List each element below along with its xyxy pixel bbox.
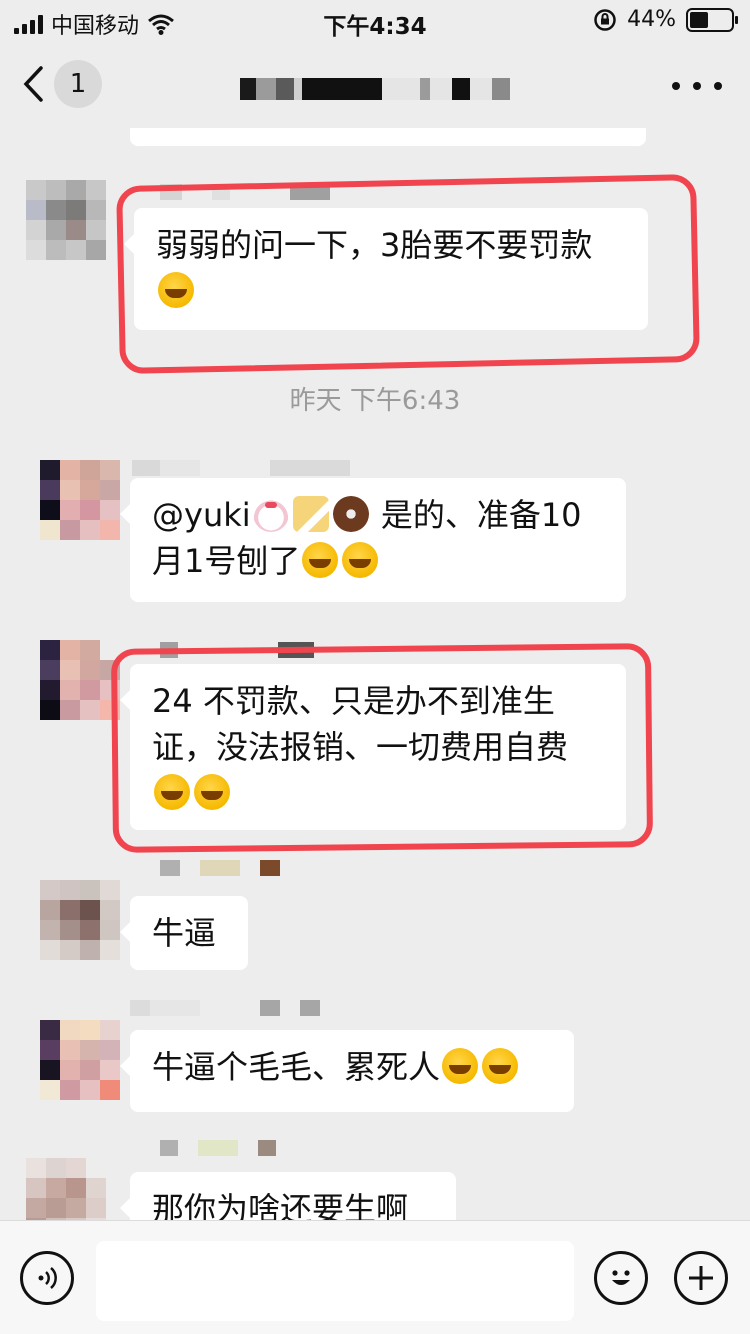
message-text: 牛逼 (152, 914, 217, 952)
chevron-left-icon (23, 66, 43, 102)
highlight-annotation (110, 643, 654, 853)
avatar[interactable] (40, 640, 120, 720)
battery-percent: 44% (627, 7, 676, 32)
highlight-annotation (116, 173, 700, 375)
message-timestamp: 昨天 下午6:43 (289, 386, 461, 416)
back-button[interactable]: 1 (22, 54, 112, 114)
status-bar: 中国移动 下午4:34 44% (0, 0, 750, 40)
message-bubble-partial[interactable] (130, 128, 646, 146)
shortcake-emoji (292, 496, 329, 532)
message-bubble[interactable]: 那你为啥还要生啊 (120, 1172, 456, 1220)
unread-count-badge: 1 (54, 60, 102, 108)
message-bubble[interactable]: @yuki 是的、准备10月1号刨了 (120, 478, 626, 602)
battery-icon (686, 7, 738, 32)
sender-name-redacted (132, 460, 350, 478)
nav-bar: 1 (0, 44, 750, 128)
more-button[interactable] (672, 66, 722, 106)
avatar[interactable] (26, 1158, 106, 1220)
message-bubble[interactable]: 牛逼 (120, 896, 248, 970)
sender-name-redacted (160, 860, 280, 878)
message-text: 牛逼个毛毛、累死人 (152, 1048, 441, 1086)
message-text: 那你为啥还要生啊 (152, 1190, 409, 1220)
message-input[interactable] (96, 1241, 574, 1321)
message-bubble[interactable]: 牛逼个毛毛、累死人 (120, 1030, 574, 1112)
input-bar (0, 1220, 750, 1334)
sender-name-redacted (130, 1000, 320, 1018)
battery-fill (690, 11, 708, 28)
smiley-icon (612, 1270, 630, 1285)
plus-circle-icon (689, 1266, 713, 1290)
more-dots-icon (672, 82, 680, 90)
face-with-tears-emoji (342, 542, 379, 578)
rotation-lock-icon (594, 8, 616, 31)
face-with-tears-emoji (302, 542, 339, 578)
sender-name-redacted (160, 1140, 276, 1158)
status-right: 44% (593, 7, 738, 32)
emoji-button[interactable] (594, 1251, 648, 1305)
chat-area[interactable]: 弱弱的问一下，3胎要不要罚款 昨天 下午6:43 @yuki 是的、准备10月1… (0, 128, 750, 1220)
doughnut-emoji (332, 496, 369, 532)
avatar[interactable] (40, 1020, 120, 1100)
birthday-cake-emoji (252, 496, 289, 532)
avatar[interactable] (26, 180, 106, 260)
face-with-tears-emoji (482, 1048, 519, 1084)
voice-button[interactable] (20, 1251, 74, 1305)
add-button[interactable] (674, 1251, 728, 1305)
avatar[interactable] (40, 460, 120, 540)
message-text: @yuki (152, 496, 251, 534)
face-with-tears-emoji (442, 1048, 479, 1084)
avatar[interactable] (40, 880, 120, 960)
chat-title-redacted (240, 78, 510, 104)
voice-icon (38, 1267, 57, 1289)
